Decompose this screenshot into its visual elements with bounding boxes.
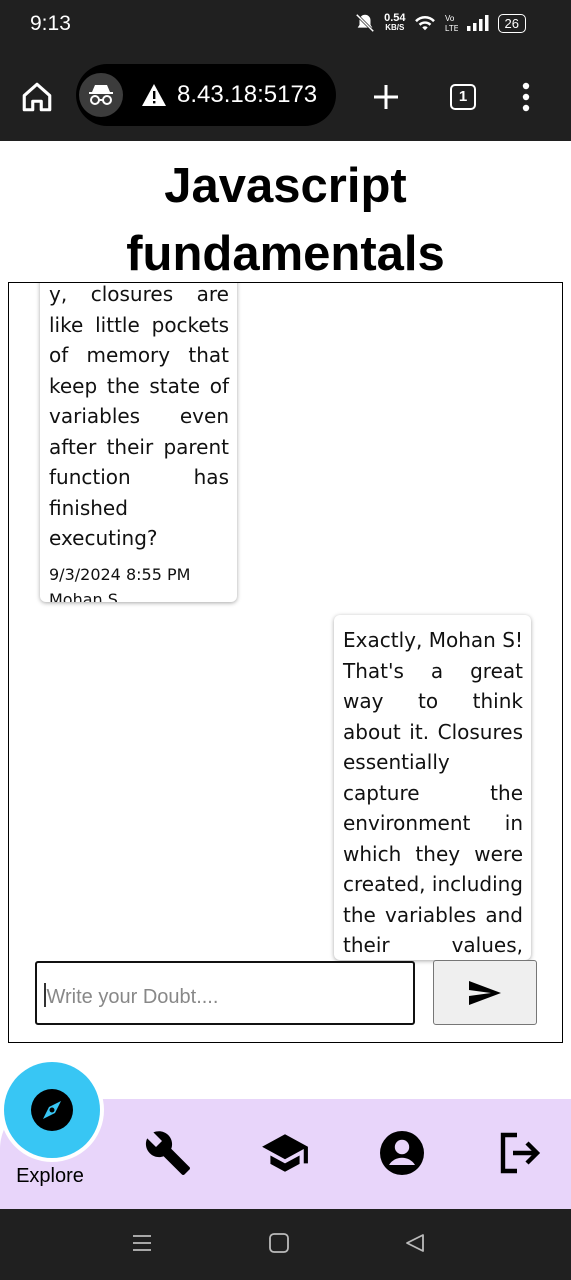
nav-learning[interactable]: [260, 1128, 310, 1178]
mute-bell-icon: [355, 13, 375, 33]
account-icon: [380, 1131, 424, 1175]
warning-icon[interactable]: [141, 83, 167, 107]
status-bar: 9:13 0.54 KB/S Vo LTE 26: [0, 0, 571, 50]
network-speed: 0.54 KB/S: [384, 13, 405, 33]
send-button[interactable]: [433, 960, 537, 1025]
plus-icon[interactable]: [372, 83, 400, 111]
explore-label: Explore: [16, 1165, 84, 1187]
recent-apps-icon[interactable]: [130, 1231, 154, 1255]
logout-icon: [500, 1132, 541, 1174]
message-bubble-left: y, closures are like little pockets of m…: [40, 282, 237, 603]
svg-text:LTE: LTE: [445, 24, 458, 33]
svg-text:Vo: Vo: [445, 14, 455, 23]
network-speed-unit: KB/S: [385, 23, 405, 32]
nav-tools[interactable]: [143, 1128, 193, 1178]
network-speed-value: 0.54: [384, 12, 406, 24]
page-title-line2: fundamentals: [126, 227, 445, 281]
address-bar[interactable]: 8.43.18:5173: [76, 64, 336, 126]
battery-icon: 26: [497, 13, 526, 33]
home-icon[interactable]: [20, 80, 54, 114]
message-timestamp: 9/3/2024 8:55 PM: [49, 564, 191, 584]
volte-icon: VoLTE: [445, 14, 458, 33]
message-author: Mohan S: [49, 589, 118, 603]
doubt-input[interactable]: Write your Doubt....: [35, 961, 415, 1025]
status-time: 9:13: [30, 12, 71, 35]
doubt-input-placeholder: Write your Doubt....: [46, 986, 219, 1008]
message-bubble-right: Exactly, Mohan S! That's a great way to …: [334, 615, 531, 960]
menu-dots-icon[interactable]: [520, 82, 532, 112]
back-icon[interactable]: [403, 1231, 427, 1255]
text-caret: [44, 983, 46, 1007]
system-nav-bar: [0, 1209, 571, 1280]
incognito-icon[interactable]: [79, 73, 123, 117]
page-title-line1: Javascript: [164, 159, 407, 213]
tab-switcher-icon[interactable]: 1: [450, 84, 476, 110]
status-icons: 0.54 KB/S Vo LTE 26: [354, 12, 526, 34]
chat-container[interactable]: y, closures are like little pockets of m…: [8, 282, 563, 1043]
browser-toolbar: 8.43.18:5173 1: [0, 50, 571, 141]
nav-logout[interactable]: [494, 1128, 544, 1178]
wifi-icon: [414, 15, 435, 31]
nav-account[interactable]: [377, 1128, 427, 1178]
signal-icon: [466, 15, 489, 31]
compass-icon: [31, 1089, 73, 1131]
message-text: Exactly, Mohan S! That's a great way to …: [343, 628, 523, 957]
send-icon: [469, 980, 501, 1005]
url-text[interactable]: 8.43.18:5173: [177, 81, 317, 109]
message-text: y, closures are like little pockets of m…: [49, 282, 229, 550]
tools-icon: [145, 1131, 190, 1175]
explore-button[interactable]: [4, 1062, 100, 1158]
graduation-cap-icon: [262, 1134, 308, 1172]
page-title: Javascript fundamentals: [0, 152, 571, 288]
home-nav-icon[interactable]: [267, 1231, 291, 1255]
